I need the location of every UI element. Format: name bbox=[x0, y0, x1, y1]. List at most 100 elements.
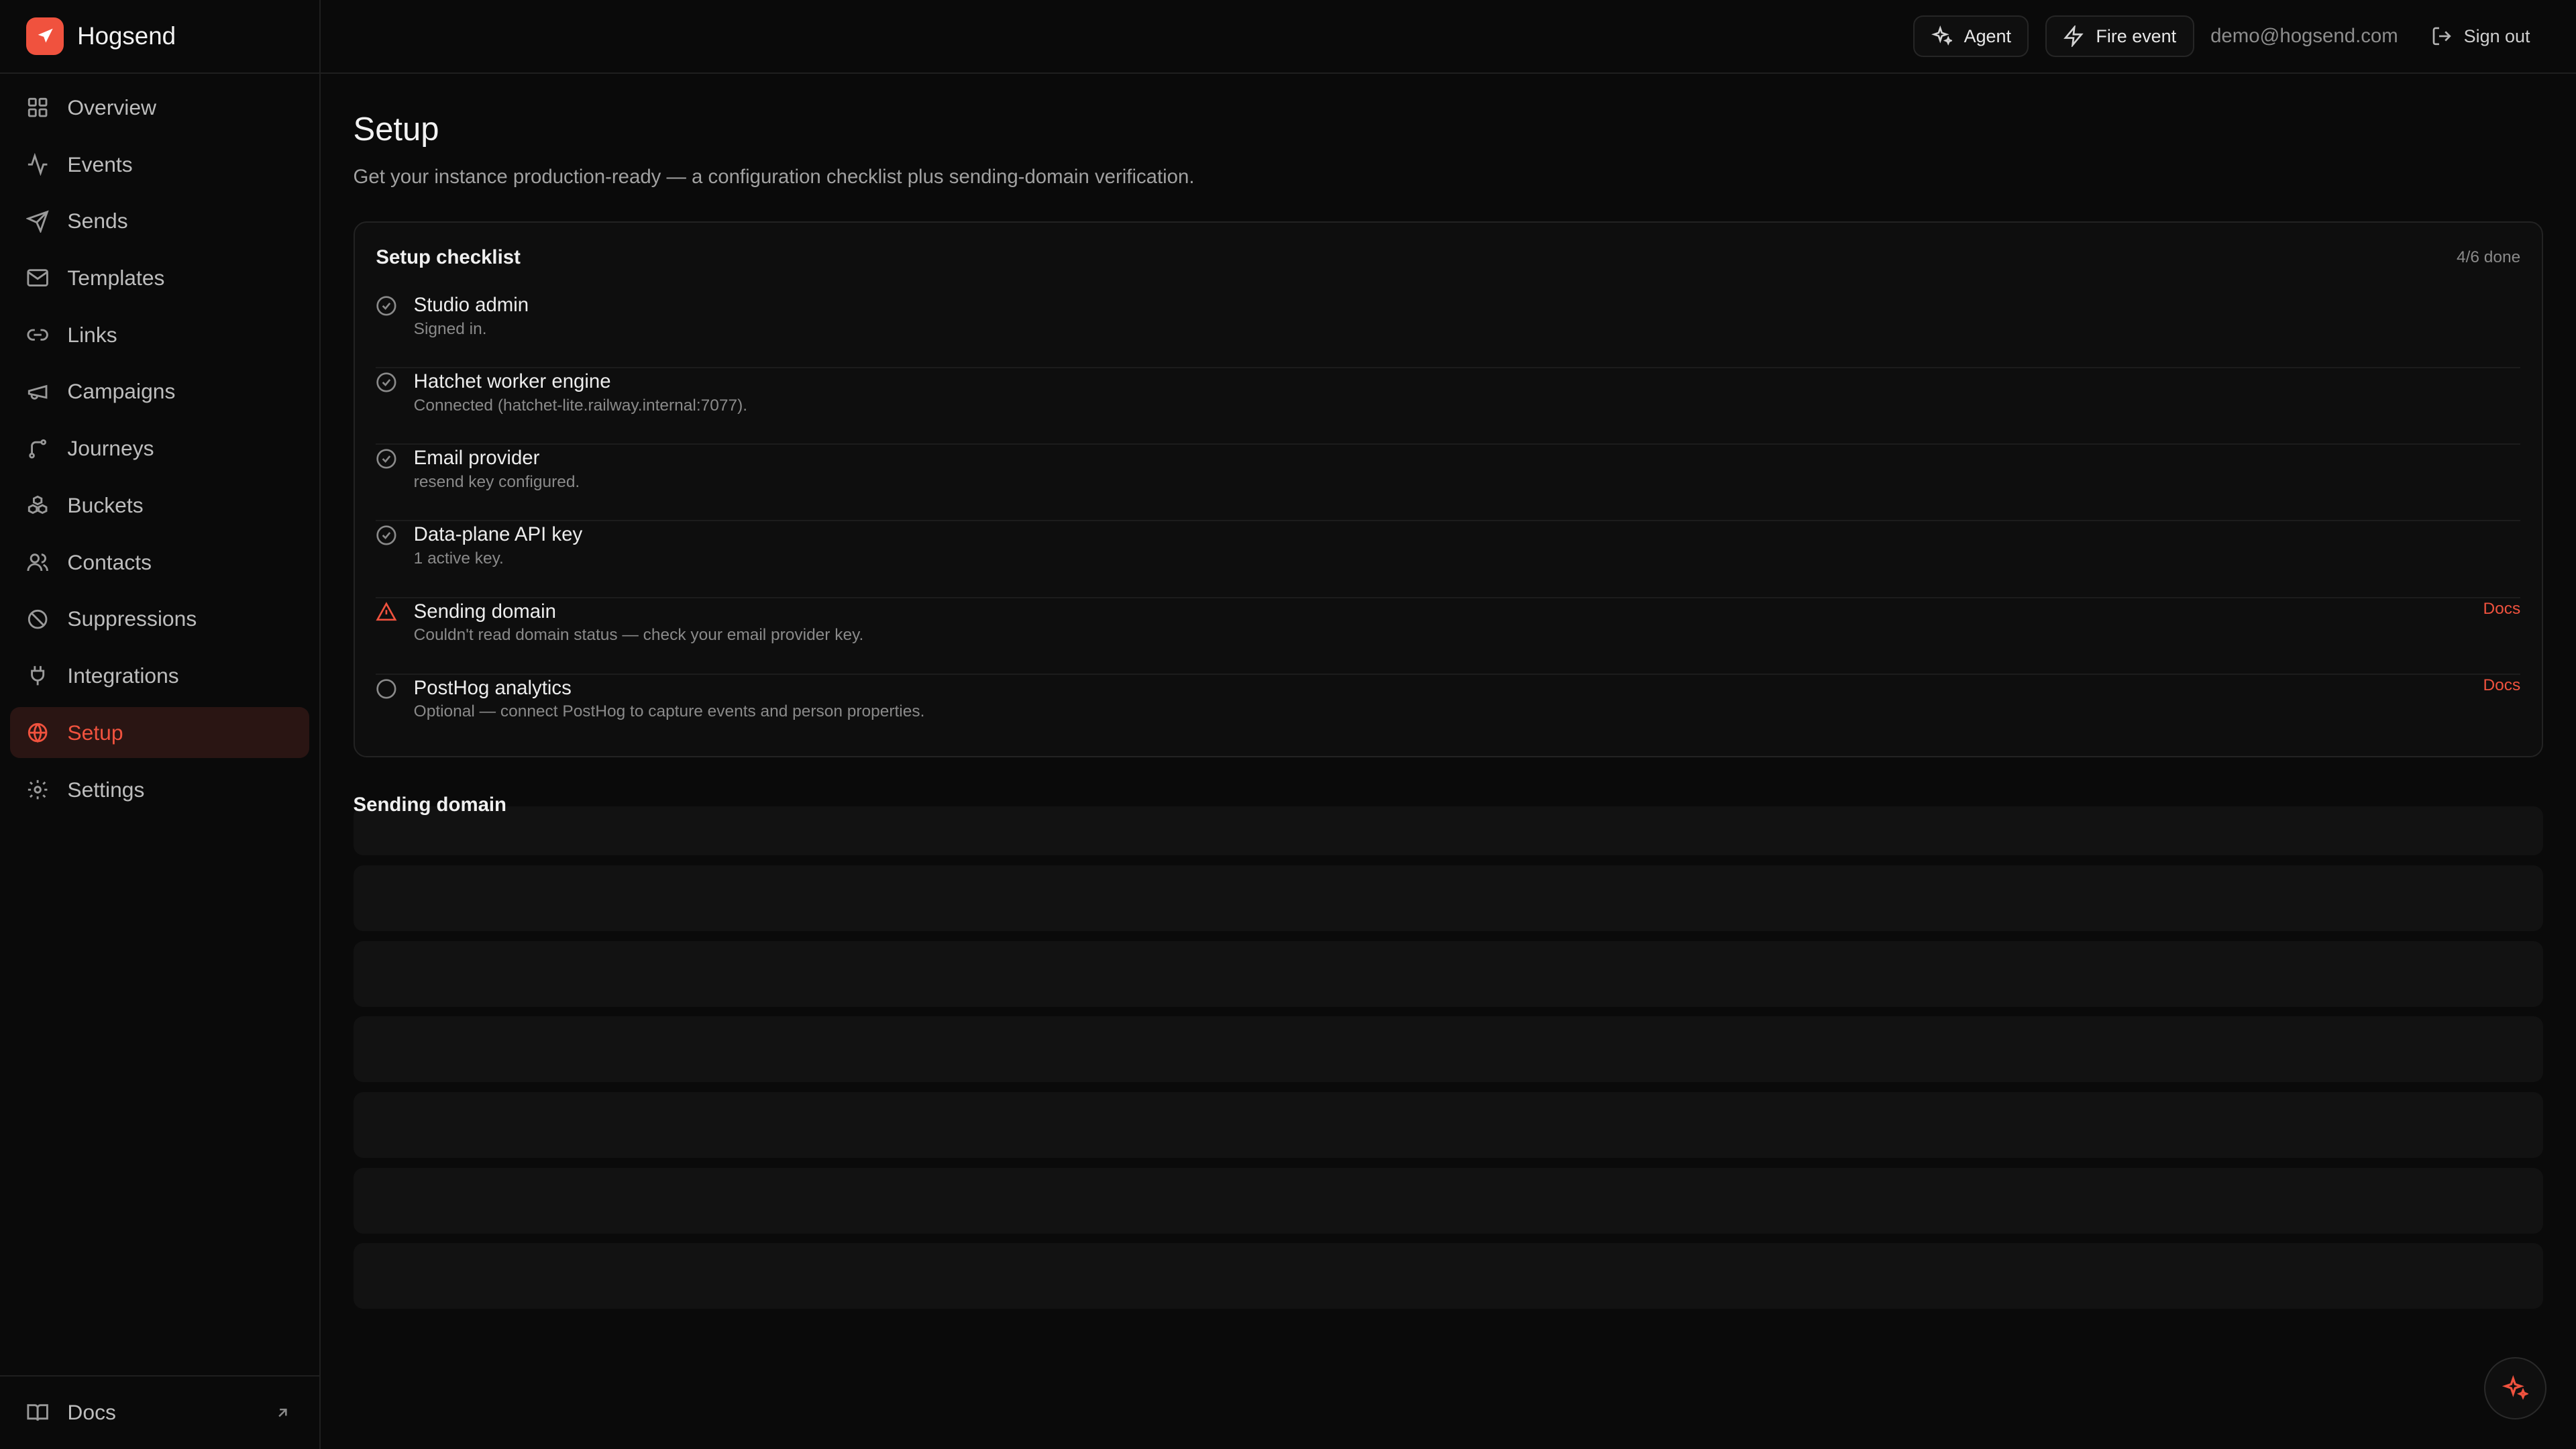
sidebar-item-label: Events bbox=[67, 152, 133, 176]
sidebar-item-suppressions[interactable]: Suppressions bbox=[10, 594, 309, 645]
sidebar-item-overview[interactable]: Overview bbox=[10, 82, 309, 133]
skeleton-row bbox=[353, 1016, 2544, 1083]
fire-event-button[interactable]: Fire event bbox=[2045, 15, 2194, 57]
fire-event-button-label: Fire event bbox=[2096, 25, 2177, 46]
checklist-item-title: Studio admin bbox=[413, 294, 529, 317]
sparkles-icon bbox=[2502, 1375, 2528, 1401]
sidebar-item-journeys[interactable]: Journeys bbox=[10, 423, 309, 474]
checklist-item-desc: Connected (hatchet-lite.railway.internal… bbox=[413, 396, 748, 415]
sidebar-item-label: Settings bbox=[67, 777, 145, 802]
agent-fab-button[interactable] bbox=[2483, 1356, 2546, 1419]
skeleton-row bbox=[353, 1091, 2544, 1158]
checklist-item-desc: resend key configured. bbox=[413, 472, 580, 491]
sidebar-item-docs[interactable]: Docs bbox=[0, 1375, 321, 1449]
docs-link[interactable]: Docs bbox=[2483, 600, 2520, 619]
log-out-icon bbox=[2431, 25, 2453, 47]
sidebar-item-label: Links bbox=[67, 322, 117, 347]
page-subtitle: Get your instance production-ready — a c… bbox=[353, 166, 1195, 189]
skeleton-row bbox=[353, 806, 2544, 856]
megaphone-icon bbox=[26, 380, 49, 403]
sidebar-item-links[interactable]: Links bbox=[10, 309, 309, 360]
plug-icon bbox=[26, 664, 49, 687]
sidebar-item-buckets[interactable]: Buckets bbox=[10, 480, 309, 531]
external-link-icon bbox=[274, 1405, 290, 1421]
ban-icon bbox=[26, 608, 49, 631]
sign-out-button[interactable]: Sign out bbox=[2431, 25, 2530, 47]
circle-icon bbox=[376, 678, 397, 700]
sidebar-item-label: Integrations bbox=[67, 663, 179, 688]
checklist-header: Setup checklist 4/6 done bbox=[376, 223, 2520, 292]
check-circle-icon bbox=[376, 295, 397, 317]
sidebar-item-label: Buckets bbox=[67, 492, 144, 517]
sidebar-nav: Overview Events Sends Templates Links Ca… bbox=[0, 74, 319, 815]
check-circle-icon bbox=[376, 448, 397, 470]
checklist-item-sending-domain: Sending domain Couldn't read domain stat… bbox=[376, 598, 2521, 675]
brand[interactable]: Hogsend bbox=[0, 0, 319, 74]
check-circle-icon bbox=[376, 372, 397, 393]
sidebar-item-integrations[interactable]: Integrations bbox=[10, 651, 309, 702]
send-icon bbox=[26, 210, 49, 233]
mail-icon bbox=[26, 266, 49, 289]
main-content: Setup Get your instance production-ready… bbox=[353, 74, 2544, 1309]
user-email: demo@hogsend.com bbox=[2210, 25, 2398, 48]
checklist-item-title: Sending domain bbox=[413, 600, 556, 623]
sidebar-item-label: Sends bbox=[67, 209, 128, 233]
checklist-item-posthog: PostHog analytics Optional — connect Pos… bbox=[376, 675, 2520, 751]
globe-icon bbox=[26, 721, 49, 744]
sign-out-label: Sign out bbox=[2463, 25, 2530, 46]
grid-icon bbox=[26, 96, 49, 119]
sidebar-item-campaigns[interactable]: Campaigns bbox=[10, 366, 309, 417]
checklist-title: Setup checklist bbox=[376, 246, 521, 268]
boxes-icon bbox=[26, 494, 49, 517]
sidebar-item-settings[interactable]: Settings bbox=[10, 764, 309, 815]
sidebar-item-contacts[interactable]: Contacts bbox=[10, 537, 309, 588]
sidebar-item-sends[interactable]: Sends bbox=[10, 196, 309, 247]
skeleton-row bbox=[353, 941, 2544, 1007]
checklist-item-title: PostHog analytics bbox=[413, 676, 572, 699]
setup-checklist-card: Setup checklist 4/6 done Studio admin Si… bbox=[353, 221, 2544, 757]
checklist-item-title: Email provider bbox=[413, 447, 540, 470]
sidebar-item-label: Suppressions bbox=[67, 606, 197, 631]
sidebar-item-label: Docs bbox=[67, 1400, 116, 1425]
link-icon bbox=[26, 323, 49, 346]
skeleton-row bbox=[353, 865, 2544, 931]
brand-name: Hogsend bbox=[77, 22, 176, 50]
checklist-item-title: Hatchet worker engine bbox=[413, 370, 611, 393]
book-icon bbox=[26, 1401, 49, 1424]
check-circle-icon bbox=[376, 525, 397, 546]
page-title: Setup bbox=[353, 111, 439, 148]
checklist-item-desc: Couldn't read domain status — check your… bbox=[413, 626, 864, 645]
git-branch-icon bbox=[26, 437, 49, 460]
checklist-item-desc: 1 active key. bbox=[413, 549, 504, 568]
agent-button-label: Agent bbox=[1964, 25, 2011, 46]
skeleton-row bbox=[353, 1167, 2544, 1234]
brand-logo-icon bbox=[26, 17, 64, 56]
alert-triangle-icon bbox=[376, 601, 397, 623]
skeleton-row bbox=[353, 1243, 2544, 1309]
agent-button[interactable]: Agent bbox=[1913, 15, 2029, 57]
checklist-item-email-provider: Email provider resend key configured. bbox=[376, 445, 2521, 522]
checklist-item-desc: Signed in. bbox=[413, 319, 487, 338]
checklist-item-hatchet-worker: Hatchet worker engine Connected (hatchet… bbox=[376, 368, 2521, 445]
sidebar-item-label: Journeys bbox=[67, 436, 154, 461]
sidebar-item-label: Setup bbox=[67, 720, 123, 745]
sidebar-item-label: Contacts bbox=[67, 549, 152, 574]
sidebar-item-setup[interactable]: Setup bbox=[9, 707, 309, 759]
activity-icon bbox=[26, 152, 49, 176]
topbar: Agent Fire event demo@hogsend.com Sign o… bbox=[320, 0, 2576, 74]
sidebar-item-label: Templates bbox=[67, 266, 165, 290]
checklist-item-api-key: Data-plane API key 1 active key. bbox=[376, 521, 2521, 598]
sidebar-item-templates[interactable]: Templates bbox=[10, 253, 309, 304]
checklist-item-studio-admin: Studio admin Signed in. bbox=[376, 292, 2521, 369]
sidebar-item-label: Overview bbox=[67, 95, 157, 119]
sidebar-item-label: Campaigns bbox=[67, 379, 176, 404]
checklist-item-title: Data-plane API key bbox=[413, 523, 583, 546]
sidebar-item-events[interactable]: Events bbox=[10, 139, 309, 190]
checklist-progress: 4/6 done bbox=[2456, 248, 2521, 266]
zap-icon bbox=[2063, 25, 2084, 47]
sparkles-icon bbox=[1931, 25, 1953, 47]
docs-link[interactable]: Docs bbox=[2483, 676, 2520, 695]
checklist-item-desc: Optional — connect PostHog to capture ev… bbox=[413, 702, 925, 721]
sidebar: Hogsend Overview Events Sends Templates … bbox=[0, 0, 321, 1449]
users-icon bbox=[26, 551, 49, 574]
